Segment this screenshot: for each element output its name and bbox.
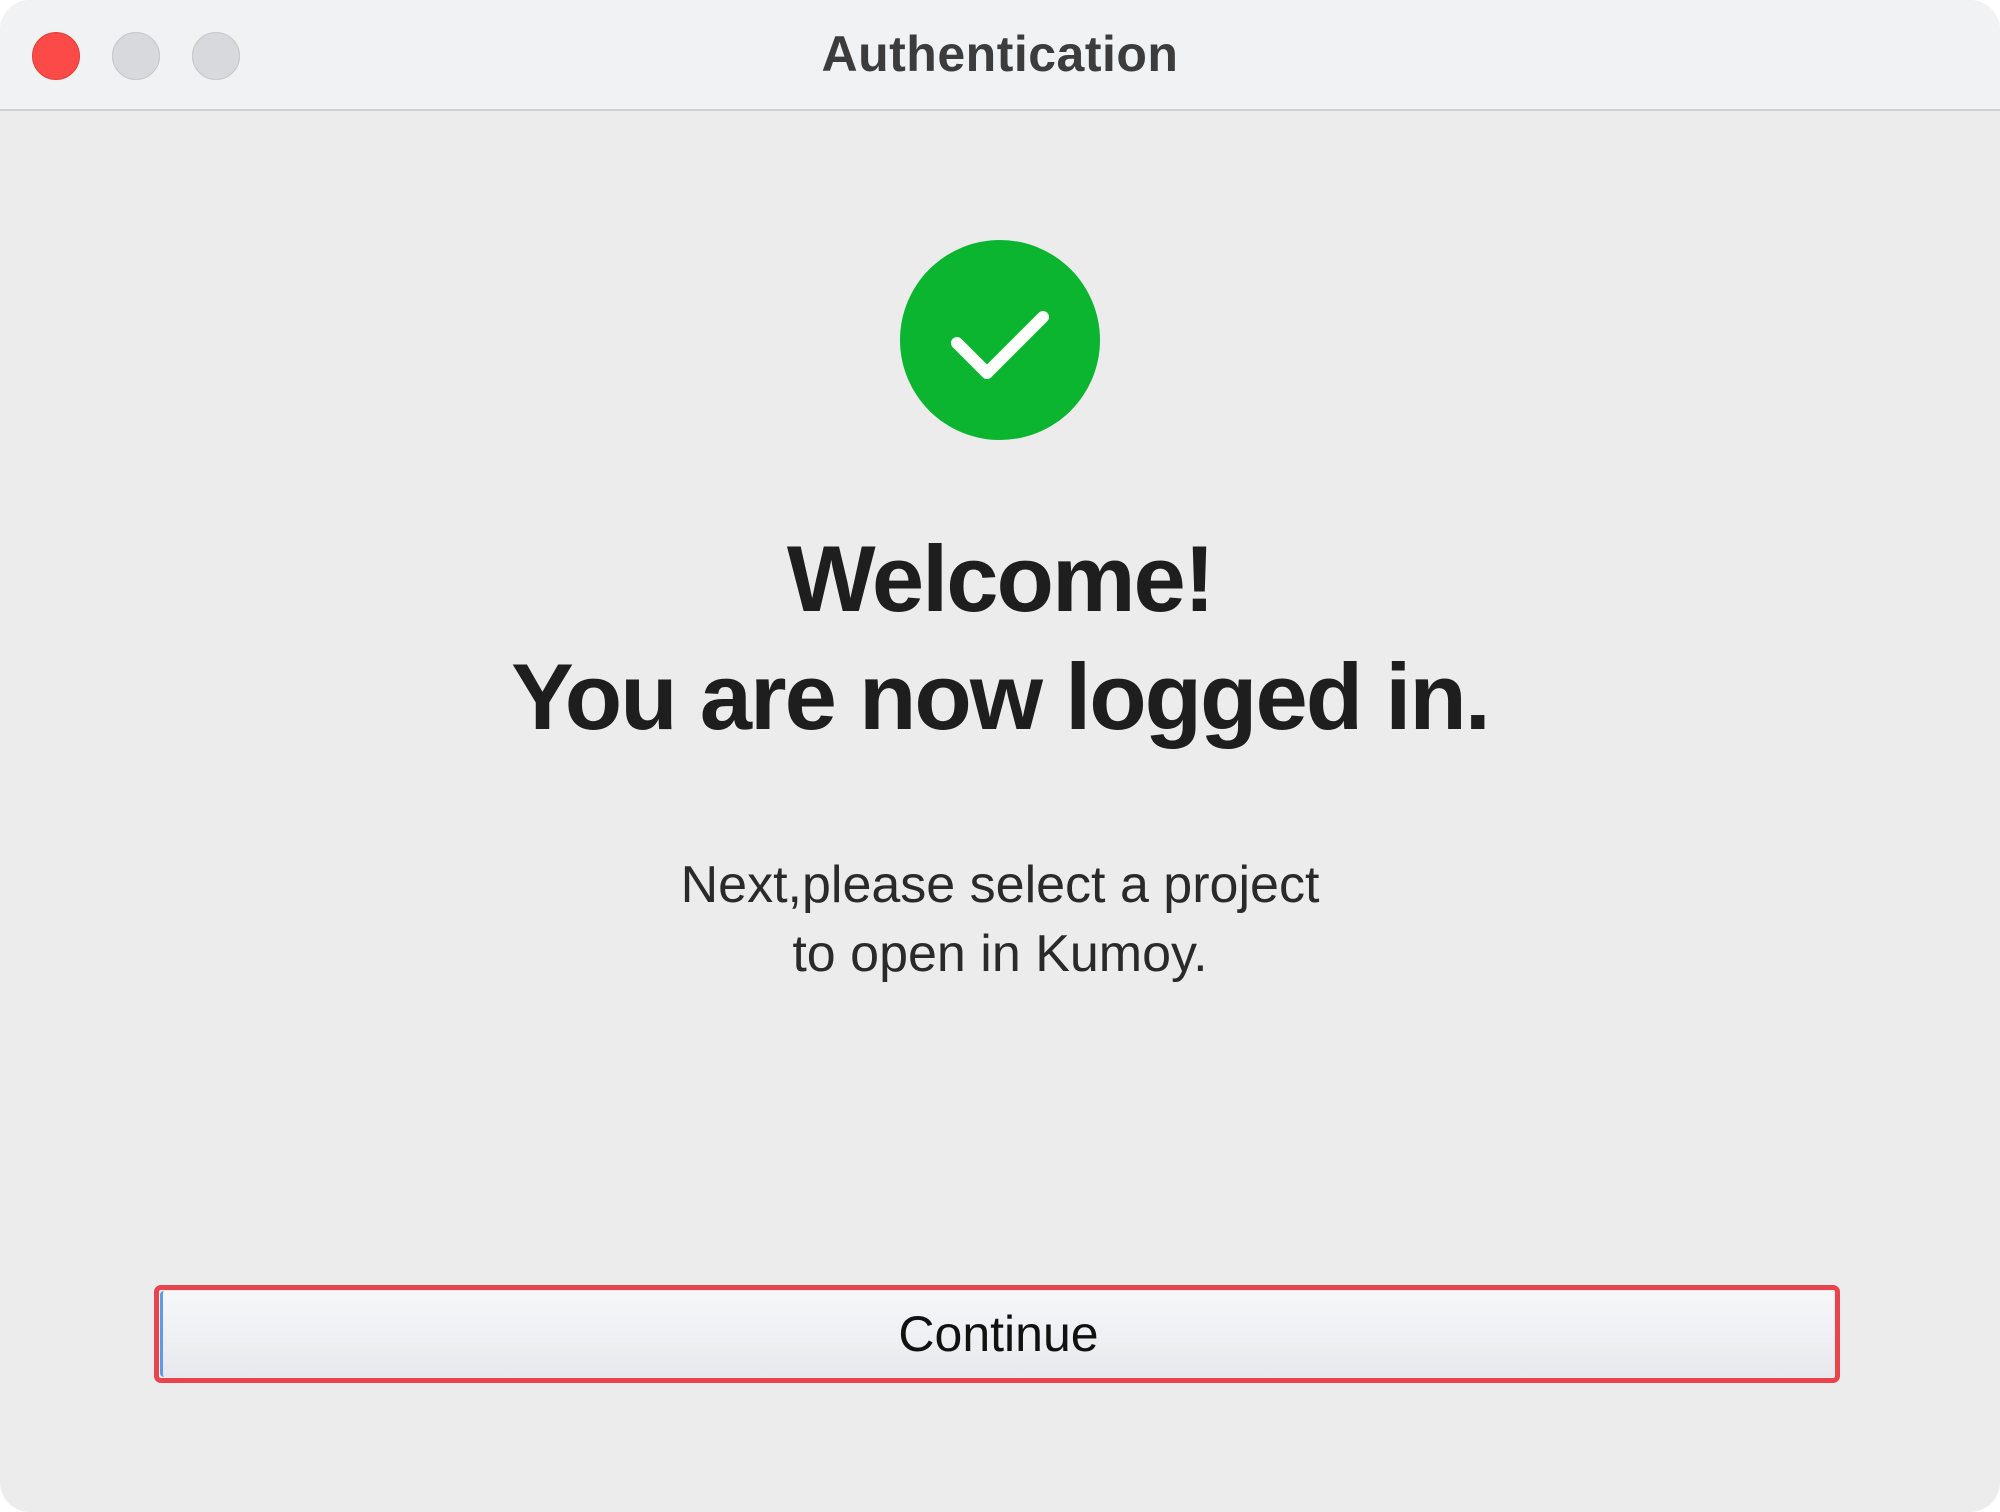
window-title: Authentication [821, 26, 1179, 82]
checkmark-icon [951, 311, 1049, 379]
instruction-text-line2: to open in Kumoy. [792, 925, 1208, 983]
checkmark-circle-icon [900, 240, 1100, 440]
instruction-text-line1: Next,please select a project [680, 856, 1320, 914]
continue-button[interactable]: Continue [160, 1291, 1834, 1377]
authentication-window: Authentication Welcome! You are now logg… [0, 0, 2000, 1512]
logged-in-heading: You are now logged in. [511, 644, 1491, 749]
welcome-heading: Welcome! [786, 526, 1215, 631]
title-bar: Authentication [0, 0, 2000, 111]
